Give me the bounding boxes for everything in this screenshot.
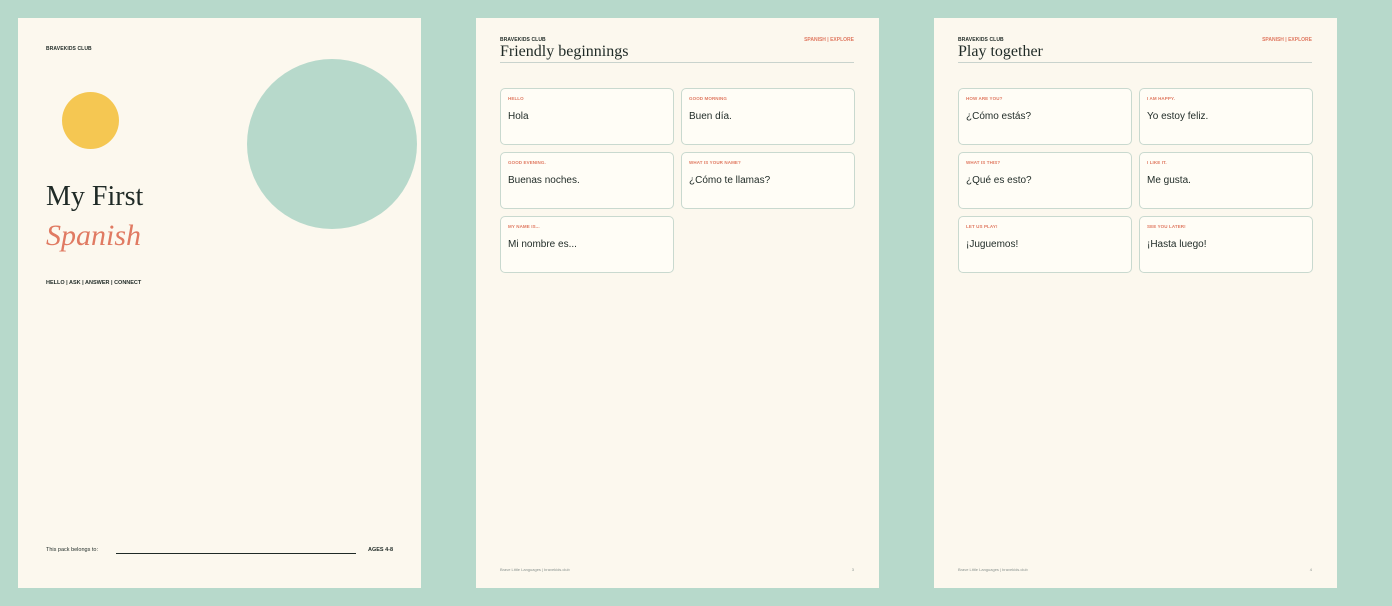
mint-circle xyxy=(247,59,417,229)
phrase-card: GOOD EVENING. Buenas noches. xyxy=(500,152,674,209)
page-heading: Play together xyxy=(958,43,1043,60)
card-label: I LIKE IT. xyxy=(1147,160,1167,165)
card-phrase: Hola xyxy=(508,111,529,122)
card-label: SEE YOU LATER! xyxy=(1147,224,1186,229)
yellow-sun-circle xyxy=(62,92,119,149)
card-label: GOOD MORNING xyxy=(689,96,727,101)
card-phrase: Me gusta. xyxy=(1147,175,1191,186)
phrase-card: LET US PLAY! ¡Juguemos! xyxy=(958,216,1132,273)
page-heading: Friendly beginnings xyxy=(500,43,629,60)
card-label: WHAT IS THIS? xyxy=(966,160,1001,165)
phrase-card: SEE YOU LATER! ¡Hasta luego! xyxy=(1139,216,1313,273)
cover-tagline: HELLO | ASK | ANSWER | CONNECT xyxy=(46,280,142,286)
heading-divider xyxy=(958,62,1312,63)
belongs-to-label: This pack belongs to: xyxy=(46,547,98,553)
phrase-card: GOOD MORNING Buen día. xyxy=(681,88,855,145)
card-label: HELLO xyxy=(508,96,524,101)
card-phrase: Buen día. xyxy=(689,111,732,122)
page-number: 3 xyxy=(851,567,854,572)
phrase-card: MY NAME IS... Mi nombre es... xyxy=(500,216,674,273)
cover-page: BRAVEKIDS CLUB My First Spanish HELLO | … xyxy=(18,18,421,588)
phrase-page-friendly-beginnings: BRAVEKIDS CLUB SPANISH | EXPLORE Friendl… xyxy=(476,18,879,588)
section-tag: SPANISH | EXPLORE xyxy=(804,37,854,43)
card-phrase: ¿Qué es esto? xyxy=(966,175,1032,186)
card-label: HOW ARE YOU? xyxy=(966,96,1003,101)
phrase-card: WHAT IS THIS? ¿Qué es esto? xyxy=(958,152,1132,209)
card-phrase: ¡Juguemos! xyxy=(966,239,1019,250)
phrase-card: WHAT IS YOUR NAME? ¿Cómo te llamas? xyxy=(681,152,855,209)
heading-divider xyxy=(500,62,854,63)
name-write-line xyxy=(116,553,356,554)
phrase-card: HOW ARE YOU? ¿Cómo estás? xyxy=(958,88,1132,145)
card-label: GOOD EVENING. xyxy=(508,160,546,165)
card-phrase: Yo estoy feliz. xyxy=(1147,111,1209,122)
cover-subtitle: Spanish xyxy=(46,219,142,252)
page-number: 4 xyxy=(1309,567,1312,572)
card-phrase: ¡Hasta luego! xyxy=(1147,239,1207,250)
card-phrase: ¿Cómo estás? xyxy=(966,111,1032,122)
card-phrase: Buenas noches. xyxy=(508,175,580,186)
phrase-card: HELLO Hola xyxy=(500,88,674,145)
phrase-card: I AM HAPPY. Yo estoy feliz. xyxy=(1139,88,1313,145)
page-footer: Brave Little Languages | bravekids.club xyxy=(958,567,1028,572)
card-phrase: ¿Cómo te llamas? xyxy=(689,175,771,186)
section-tag: SPANISH | EXPLORE xyxy=(1262,37,1312,43)
card-label: WHAT IS YOUR NAME? xyxy=(689,160,741,165)
card-label: MY NAME IS... xyxy=(508,224,540,229)
ages-label: AGES 4-8 xyxy=(368,547,394,553)
cover-title: My First xyxy=(46,181,144,212)
brand-name: BRAVEKIDS CLUB xyxy=(46,46,92,52)
card-phrase: Mi nombre es... xyxy=(508,239,577,250)
page-footer: Brave Little Languages | bravekids.club xyxy=(500,567,570,572)
phrase-page-play-together: BRAVEKIDS CLUB SPANISH | EXPLORE Play to… xyxy=(934,18,1337,588)
card-label: I AM HAPPY. xyxy=(1147,96,1175,101)
card-label: LET US PLAY! xyxy=(966,224,998,229)
phrase-card: I LIKE IT. Me gusta. xyxy=(1139,152,1313,209)
